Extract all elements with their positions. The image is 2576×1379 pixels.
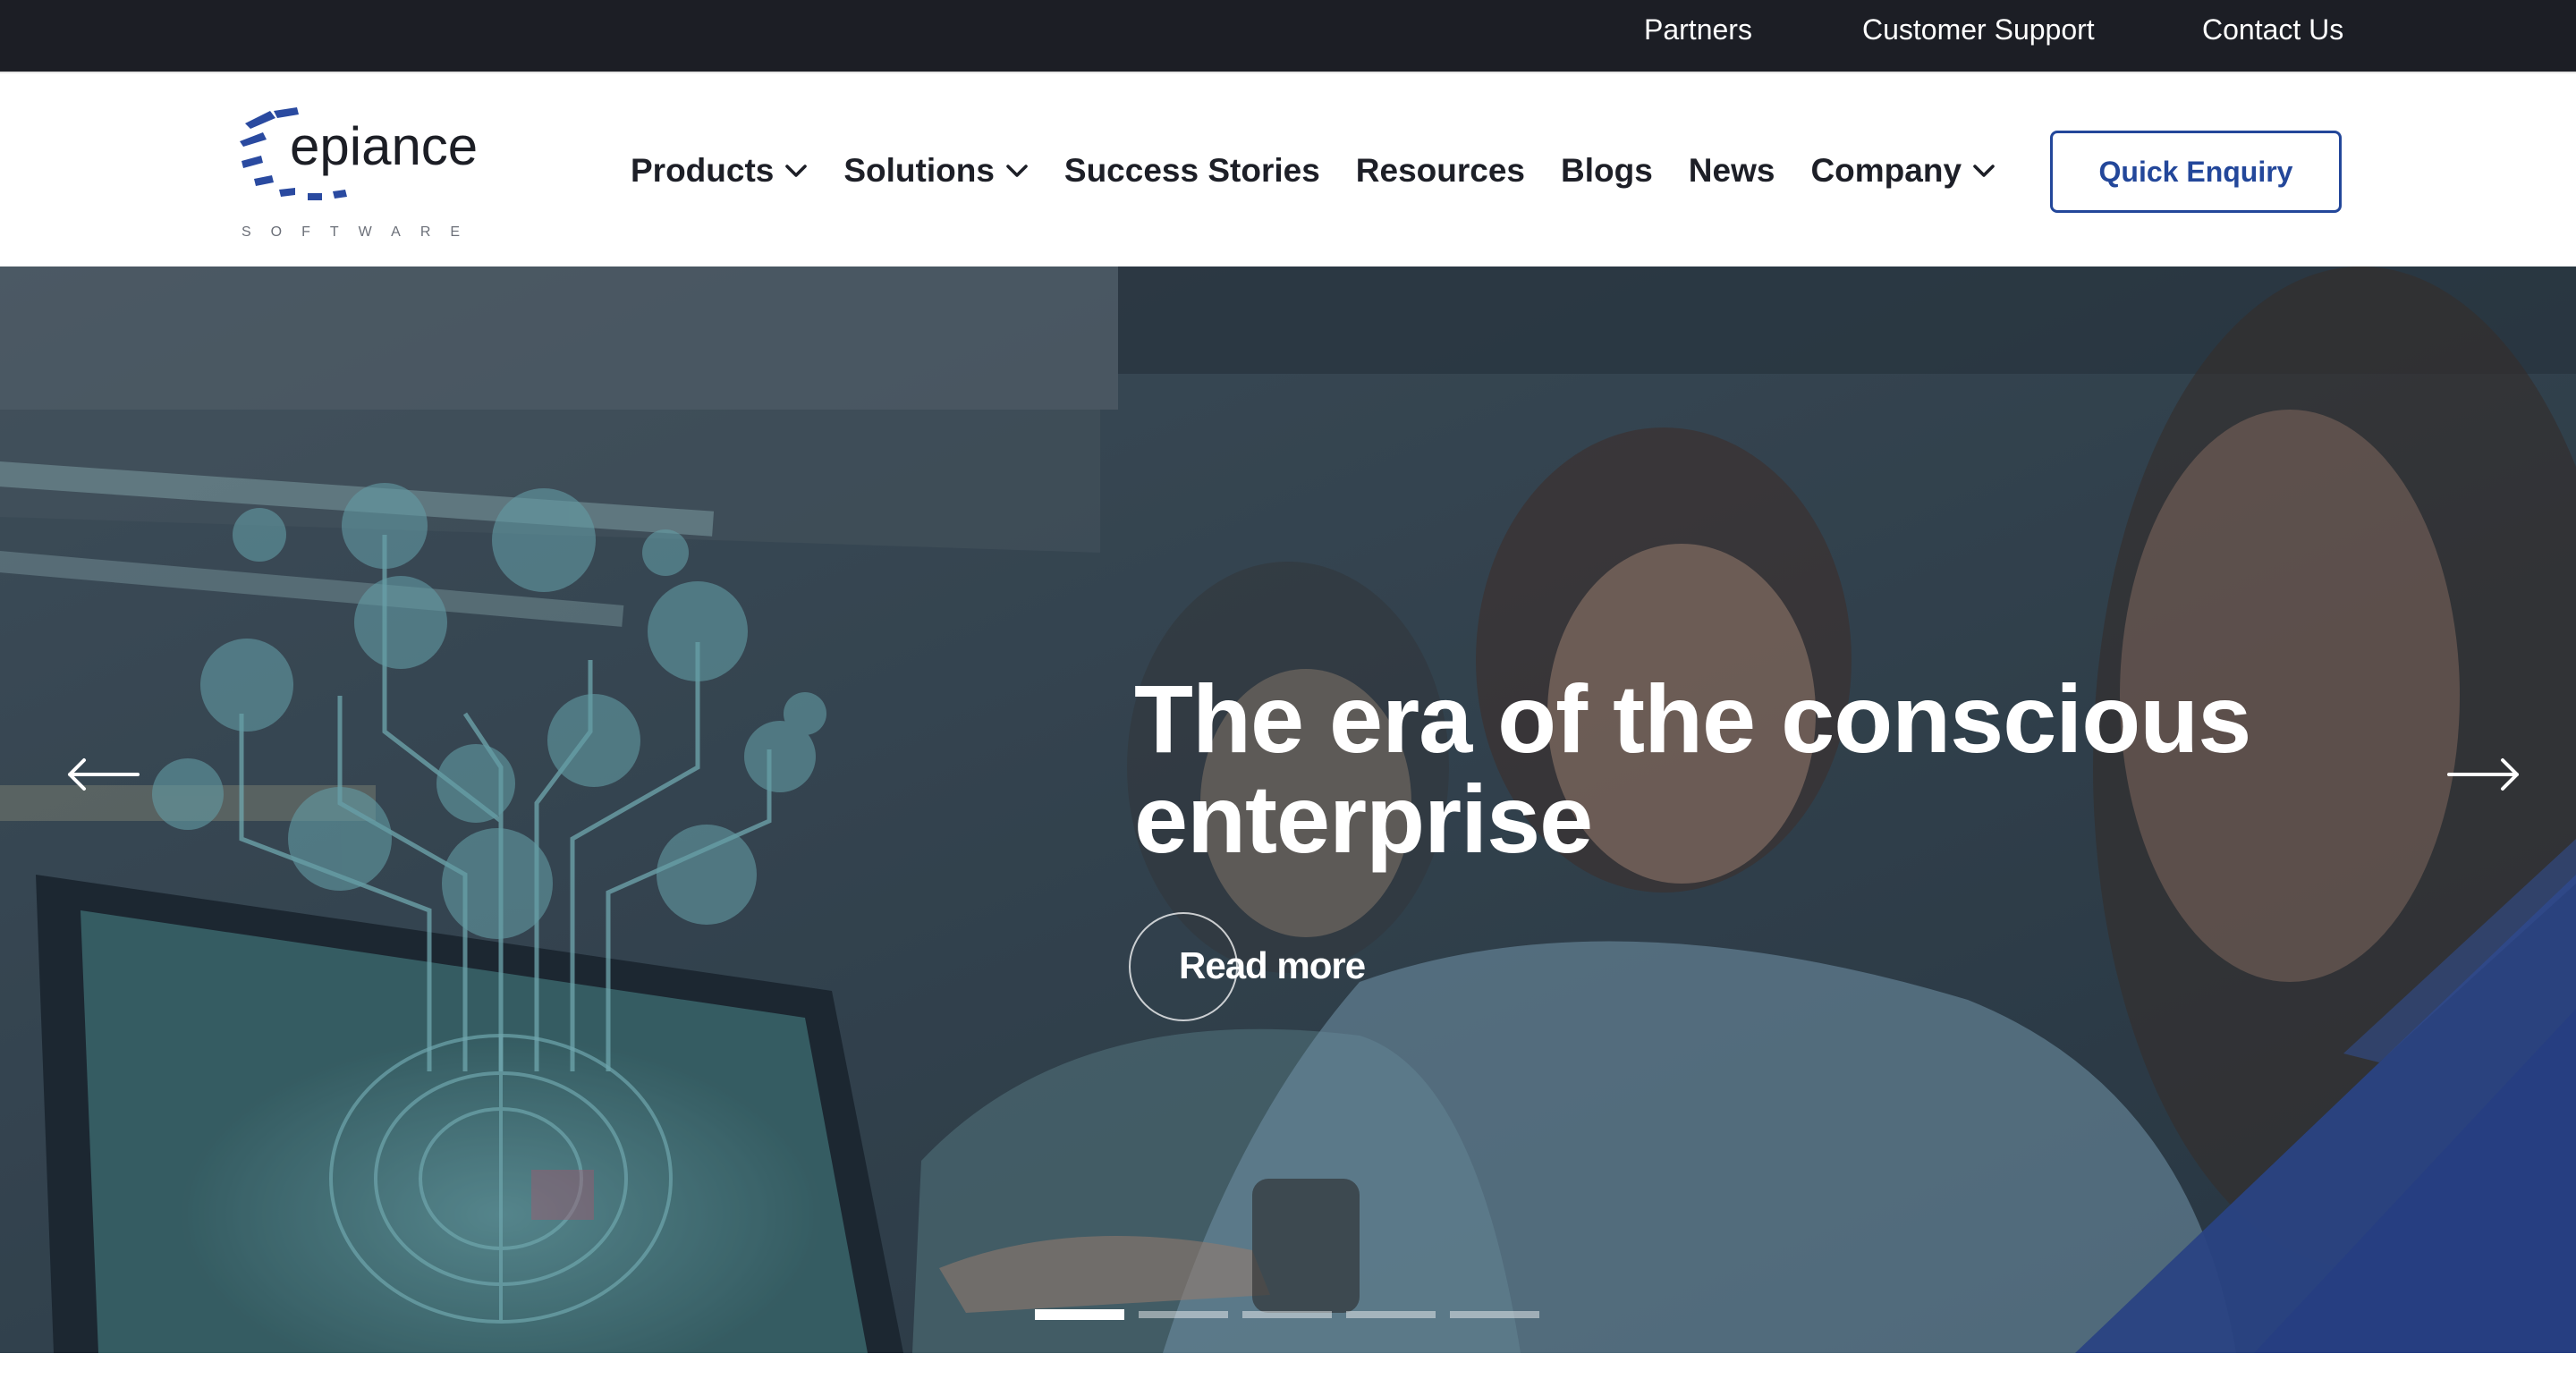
arrow-left-icon[interactable] (66, 757, 140, 792)
nav-resources[interactable]: Resources (1356, 152, 1525, 190)
epiance-logo[interactable]: epiance SOFTWARE (240, 106, 487, 240)
nav-products-label: Products (631, 152, 775, 189)
quick-enquiry-button[interactable]: Quick Enquiry (2050, 131, 2342, 213)
main-nav: Products Solutions Success Stories Resou… (631, 73, 2031, 268)
logo-tagline: SOFTWARE (242, 224, 479, 240)
contact-us-link[interactable]: Contact Us (2202, 0, 2343, 72)
slide-indicator-3[interactable] (1242, 1311, 1332, 1318)
nav-solutions[interactable]: Solutions (843, 152, 1029, 190)
nav-success-stories-label: Success Stories (1063, 152, 1320, 189)
slide-indicator-4[interactable] (1346, 1311, 1436, 1318)
slide-indicator-2[interactable] (1139, 1311, 1228, 1318)
hero-title: The era of the conscious enterprise (1134, 664, 2251, 873)
partners-link[interactable]: Partners (1644, 0, 1752, 72)
site-header: epiance SOFTWARE Products Solutions Succ… (0, 72, 2576, 266)
nav-solutions-label: Solutions (843, 152, 995, 189)
chevron-down-icon (1006, 165, 1028, 177)
nav-products[interactable]: Products (631, 152, 808, 190)
arrow-right-icon[interactable] (2447, 757, 2521, 792)
nav-blogs[interactable]: Blogs (1561, 152, 1653, 190)
nav-company[interactable]: Company (1810, 152, 1996, 190)
slide-indicator-5[interactable] (1450, 1311, 1539, 1318)
slider-pagination (1035, 1309, 1539, 1320)
nav-resources-label: Resources (1355, 152, 1526, 189)
hero-slider: The era of the conscious enterprise Read… (0, 266, 2576, 1353)
nav-company-label: Company (1810, 152, 1962, 189)
customer-support-link[interactable]: Customer Support (1862, 0, 2095, 72)
read-more-button[interactable]: Read more (1179, 944, 1366, 987)
slide-indicator-1[interactable] (1035, 1309, 1124, 1320)
nav-blogs-label: Blogs (1561, 152, 1653, 189)
logo-wordmark: epiance (290, 116, 478, 176)
chevron-down-icon (785, 165, 808, 177)
nav-news-label: News (1688, 152, 1775, 189)
chevron-down-icon (1973, 165, 1995, 177)
nav-success-stories[interactable]: Success Stories (1064, 152, 1320, 190)
top-utility-bar: Partners Customer Support Contact Us (0, 0, 2576, 72)
nav-news[interactable]: News (1689, 152, 1775, 190)
